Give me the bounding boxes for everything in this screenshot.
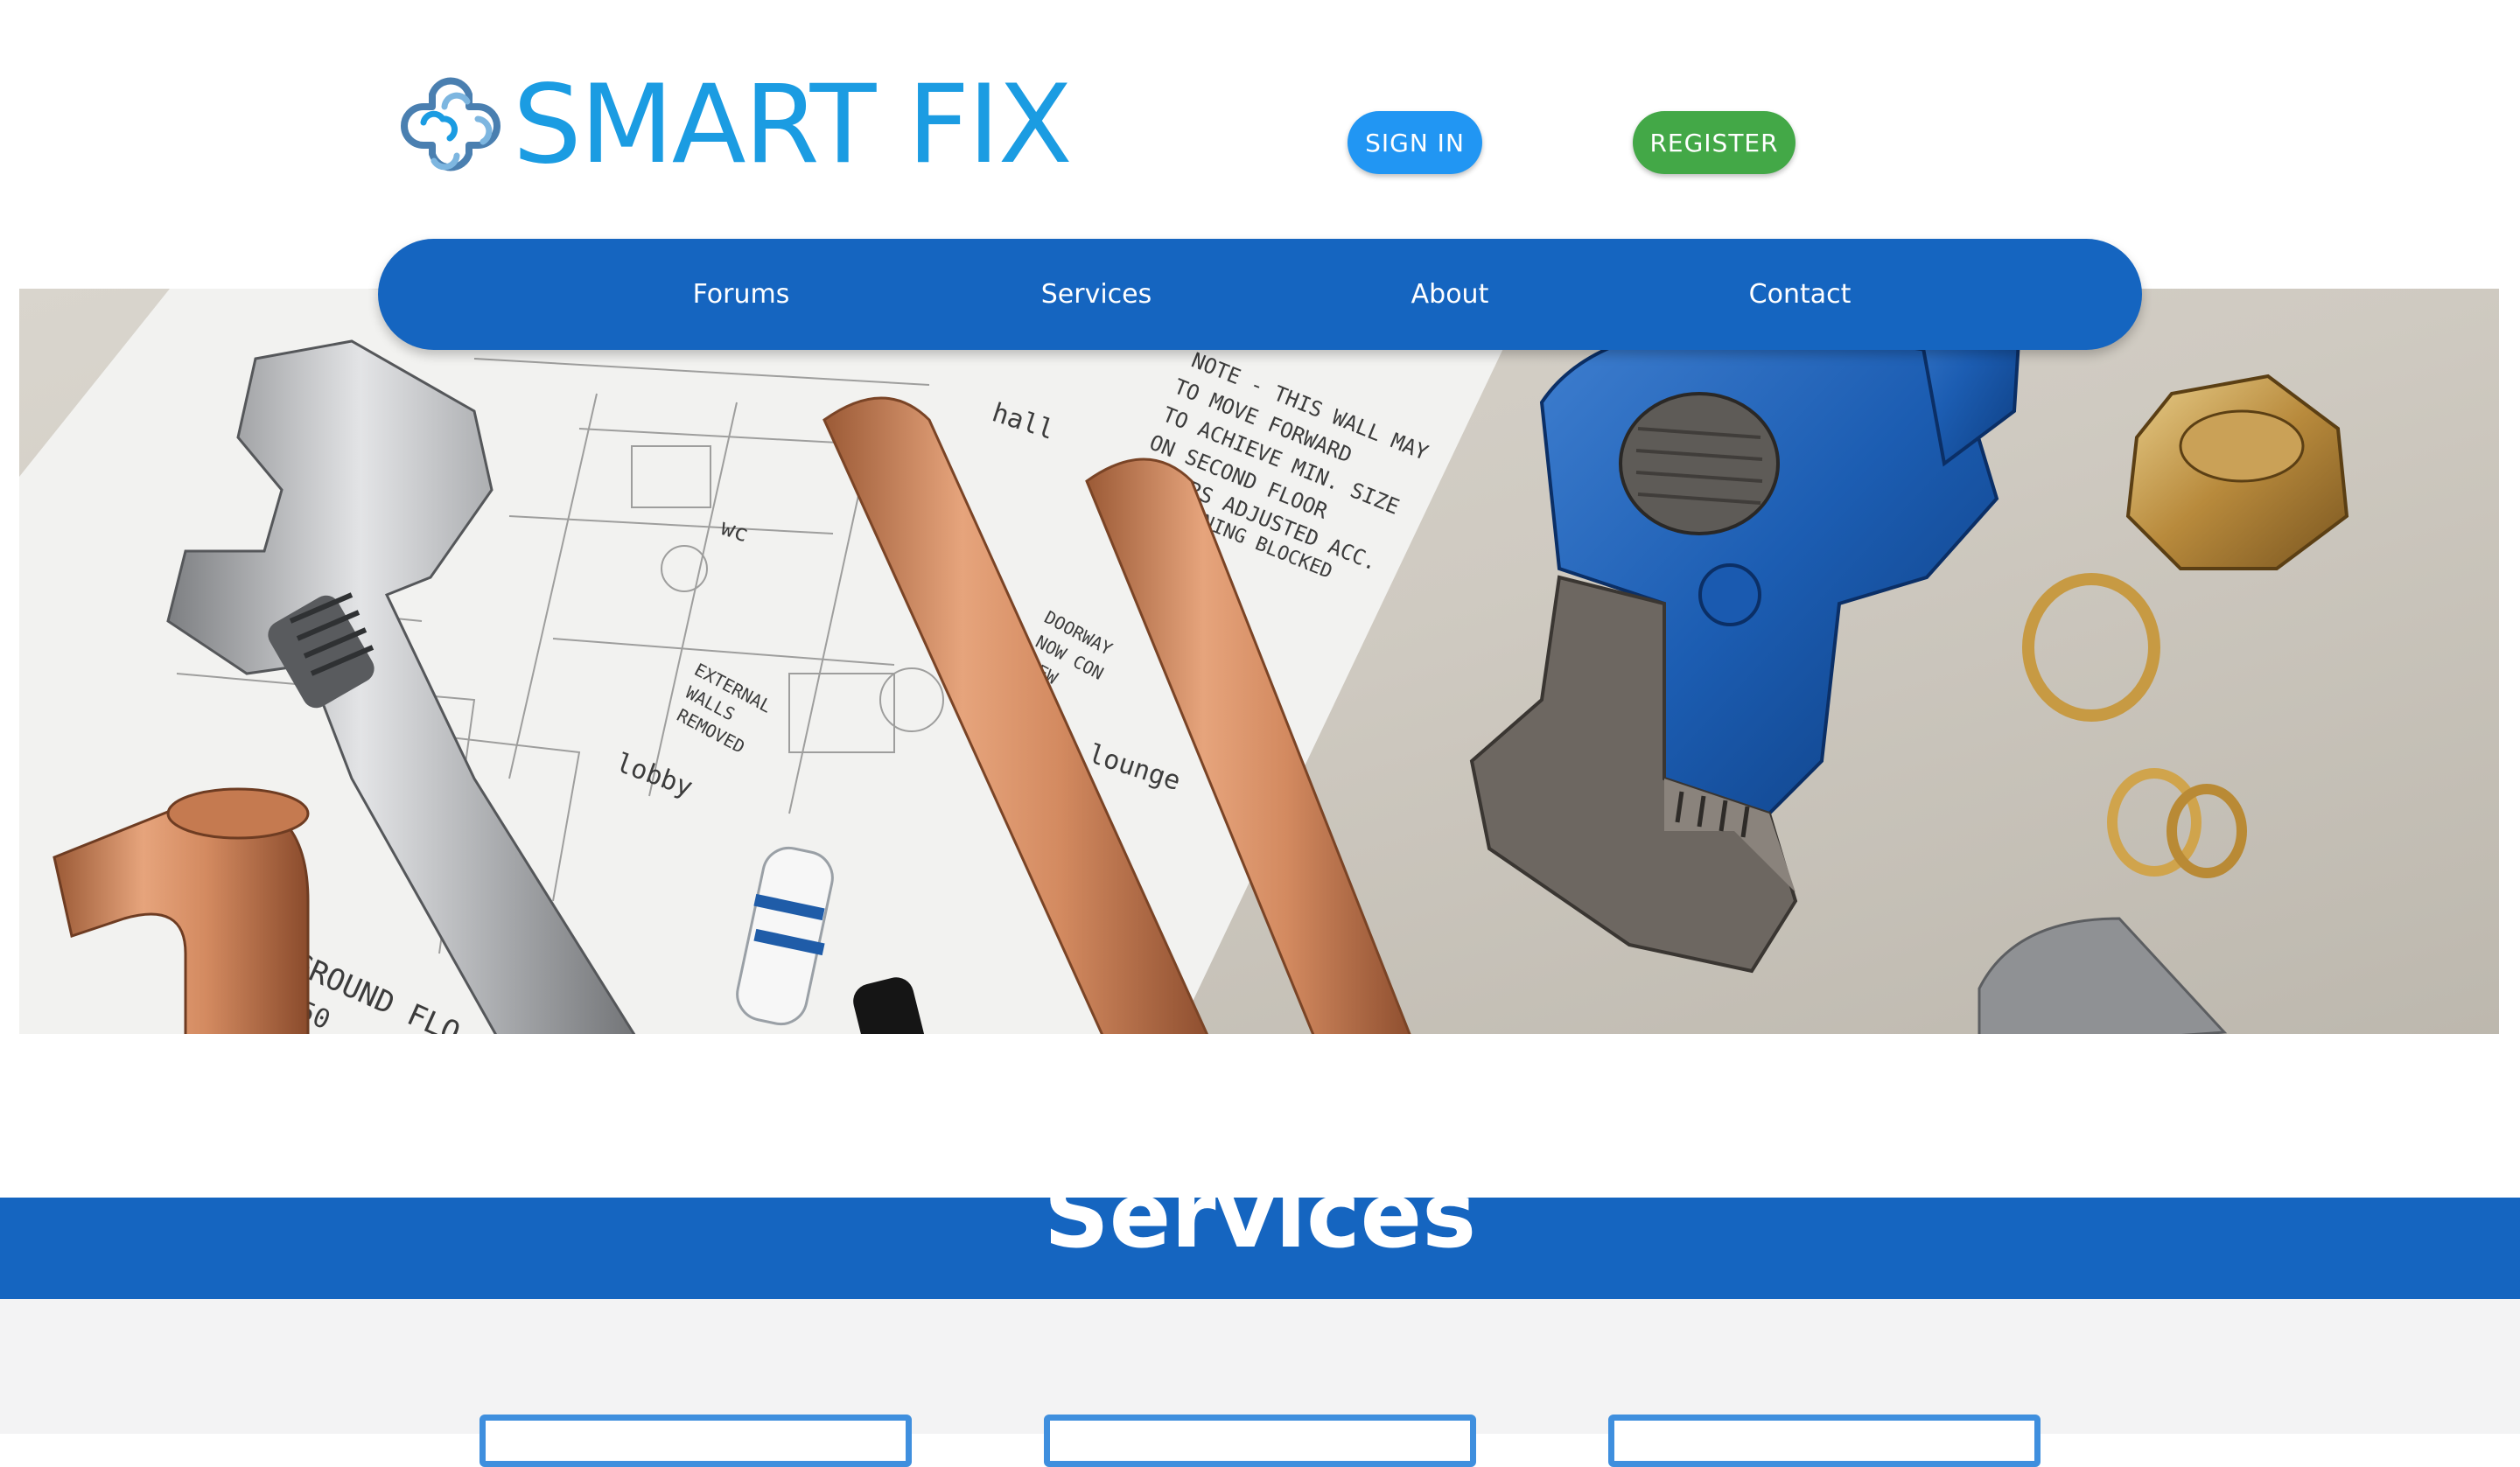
brand-logo[interactable]: SMART FIX (394, 62, 1073, 188)
service-card[interactable] (480, 1415, 912, 1467)
services-title: Services (1043, 1161, 1477, 1268)
main-navbar: Forums Services About Contact (378, 239, 2142, 350)
brand-name: SMART FIX (513, 62, 1073, 188)
services-section (0, 1299, 2520, 1467)
sign-in-button[interactable]: SIGN IN (1348, 111, 1482, 174)
nav-item-contact[interactable]: Contact (1699, 239, 1900, 350)
nav-item-services[interactable]: Services (996, 239, 1197, 350)
register-button[interactable]: REGISTER (1633, 111, 1796, 174)
nav-item-forums[interactable]: Forums (640, 239, 842, 350)
service-card[interactable] (1608, 1415, 2040, 1467)
plumbing-tools-hero-image: NOTE - THIS WALL MAY TO MOVE FORWARD TO … (19, 289, 2499, 1034)
service-card[interactable] (1044, 1415, 1476, 1467)
hero-banner: NOTE - THIS WALL MAY TO MOVE FORWARD TO … (19, 289, 2499, 1034)
services-header-band: Services (0, 1164, 2520, 1299)
cloud-cross-icon (401, 77, 500, 171)
nav-item-about[interactable]: About (1349, 239, 1550, 350)
